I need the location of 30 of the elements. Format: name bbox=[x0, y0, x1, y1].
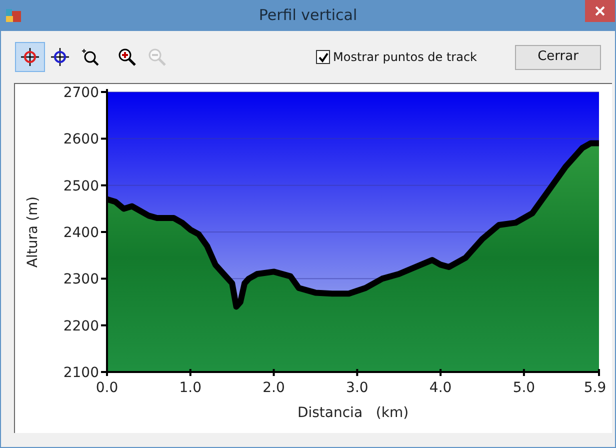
y-tick-label: 2400 bbox=[63, 225, 99, 241]
crosshair-icon bbox=[50, 47, 70, 67]
close-button[interactable] bbox=[585, 0, 615, 22]
x-tick-label: 5.0 bbox=[512, 380, 536, 396]
check-icon bbox=[318, 52, 329, 62]
x-tick-label: 5.9 bbox=[584, 380, 606, 396]
y-axis-title: Altura (m) bbox=[25, 196, 41, 268]
close-icon bbox=[595, 6, 605, 16]
y-tick-label: 2500 bbox=[63, 178, 99, 194]
y-tick-label: 2600 bbox=[63, 132, 99, 148]
app-icon bbox=[5, 8, 23, 24]
x-tick-label: 2.0 bbox=[262, 380, 285, 396]
x-tick-label: 1.0 bbox=[179, 380, 202, 396]
close-dialog-button[interactable]: Cerrar bbox=[515, 44, 601, 70]
window-title: Perfil vertical bbox=[258, 5, 358, 26]
zoom-out-icon bbox=[147, 47, 167, 67]
checkbox[interactable] bbox=[316, 50, 330, 64]
crosshair-icon bbox=[20, 47, 40, 67]
y-tick-label: 2100 bbox=[63, 365, 99, 381]
y-tick-label: 2200 bbox=[63, 318, 99, 334]
y-tick-label: 2700 bbox=[63, 85, 99, 101]
checkbox-label: Mostrar puntos de track bbox=[333, 49, 477, 66]
x-tick-label: 4.0 bbox=[429, 380, 452, 396]
zoom-icon bbox=[80, 47, 100, 67]
x-axis-title: Distancia (km) bbox=[297, 405, 409, 421]
y-tick-label: 2300 bbox=[63, 272, 99, 288]
tool-button[interactable] bbox=[15, 42, 45, 72]
x-tick-label: 3.0 bbox=[346, 380, 368, 396]
x-tick-label: 0.0 bbox=[96, 380, 118, 396]
zoom-in-icon bbox=[117, 47, 137, 67]
